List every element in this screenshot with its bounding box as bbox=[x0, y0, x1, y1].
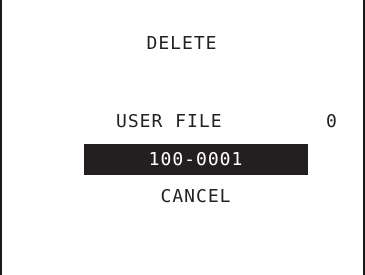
user-file-row[interactable]: USER FILE 0 bbox=[2, 108, 363, 136]
screen-title: DELETE bbox=[146, 33, 218, 54]
user-file-label: USER FILE bbox=[116, 111, 223, 132]
selected-file-entry[interactable]: 100-0001 bbox=[84, 144, 308, 175]
lcd-screen: DELETE USER FILE 0 100-0001 CANCEL bbox=[0, 0, 365, 275]
user-file-count: 0 bbox=[326, 111, 338, 132]
cancel-option[interactable]: CANCEL bbox=[84, 183, 308, 211]
